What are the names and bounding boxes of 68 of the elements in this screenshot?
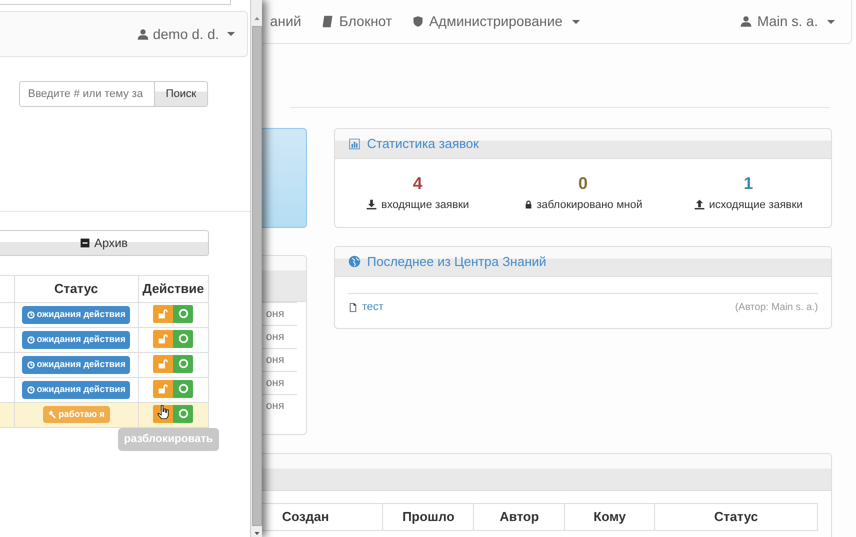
caret-icon <box>227 32 235 36</box>
stat-value: 4 <box>412 173 424 195</box>
status-label: ожидания действия <box>22 356 130 374</box>
unlock-button[interactable] <box>153 354 174 372</box>
archive-button[interactable]: Архив <box>0 230 209 256</box>
column-header: Действие <box>138 276 208 302</box>
user-icon <box>136 28 149 40</box>
article-link[interactable]: тест <box>348 299 384 316</box>
lock-icon <box>524 199 533 210</box>
column-header: Статус <box>14 276 138 302</box>
search-button[interactable]: Поиск <box>155 81 208 107</box>
user-icon <box>740 15 752 28</box>
book-icon <box>321 15 334 28</box>
unlock-icon <box>158 383 169 394</box>
nav-link[interactable]: Блокнот <box>321 11 392 32</box>
unlock-icon <box>158 308 169 319</box>
clock-icon <box>26 386 35 394</box>
upload-icon <box>694 199 706 210</box>
stat-value: 1 <box>742 173 754 195</box>
globe-icon <box>348 255 361 268</box>
search-field[interactable]: Введите # или тему за <box>19 81 155 107</box>
nav-link[interactable]: аний <box>270 11 302 32</box>
finish-button[interactable] <box>173 380 194 398</box>
caret-icon <box>827 20 835 24</box>
circle-icon <box>178 308 189 319</box>
status-label: ожидания действия <box>22 306 130 324</box>
unlock-button[interactable] <box>153 380 174 398</box>
column-header: Создан <box>262 504 383 530</box>
column-header: Статус <box>654 504 818 530</box>
download-icon <box>366 199 378 210</box>
clock-icon <box>26 360 35 369</box>
stat-label: входящие заявки <box>381 198 470 212</box>
circle-icon <box>178 408 189 419</box>
clock-icon <box>26 336 35 344</box>
finish-button[interactable] <box>173 354 194 372</box>
archive-icon <box>80 238 90 248</box>
circle-icon <box>178 333 189 344</box>
column-header: Автор <box>474 504 565 530</box>
nav-link[interactable]: Администрирование <box>412 11 580 32</box>
down-arrow-icon <box>252 529 260 537</box>
shield-icon <box>412 15 424 28</box>
panel-title: Статистика заявок <box>367 134 479 153</box>
circle-icon <box>178 358 189 369</box>
bar-chart-icon <box>348 138 361 150</box>
user-menu[interactable]: demo d. d. <box>136 24 235 44</box>
status-label: ожидания действия <box>22 381 130 398</box>
up-arrow-icon <box>252 15 260 23</box>
circle-icon <box>178 383 189 394</box>
scrollbar[interactable] <box>250 0 262 537</box>
status-label: ожидания действия <box>22 331 130 348</box>
stat-label: заблокировано мной <box>536 198 642 212</box>
unlock-icon <box>158 358 169 369</box>
finish-button[interactable] <box>173 330 194 348</box>
stat-value: 0 <box>577 173 589 195</box>
panel-title: Последнее из Центра Знаний <box>367 252 546 271</box>
status-label: работаю я <box>42 406 110 423</box>
finish-button[interactable] <box>173 304 194 322</box>
unlock-button[interactable] <box>153 330 174 348</box>
hand-cursor-icon <box>156 402 170 422</box>
clock-icon <box>26 310 35 319</box>
user-menu[interactable]: Main s. a. <box>740 11 835 32</box>
column-header: Кому <box>564 504 655 530</box>
column-header: Прошло <box>382 504 474 530</box>
document-icon <box>348 302 358 313</box>
unlock-icon <box>158 333 169 344</box>
unlock-button[interactable] <box>153 304 174 322</box>
stat-label: исходящие заявки <box>709 198 803 212</box>
author-text: (Автор: Main s. a.) <box>735 300 818 315</box>
